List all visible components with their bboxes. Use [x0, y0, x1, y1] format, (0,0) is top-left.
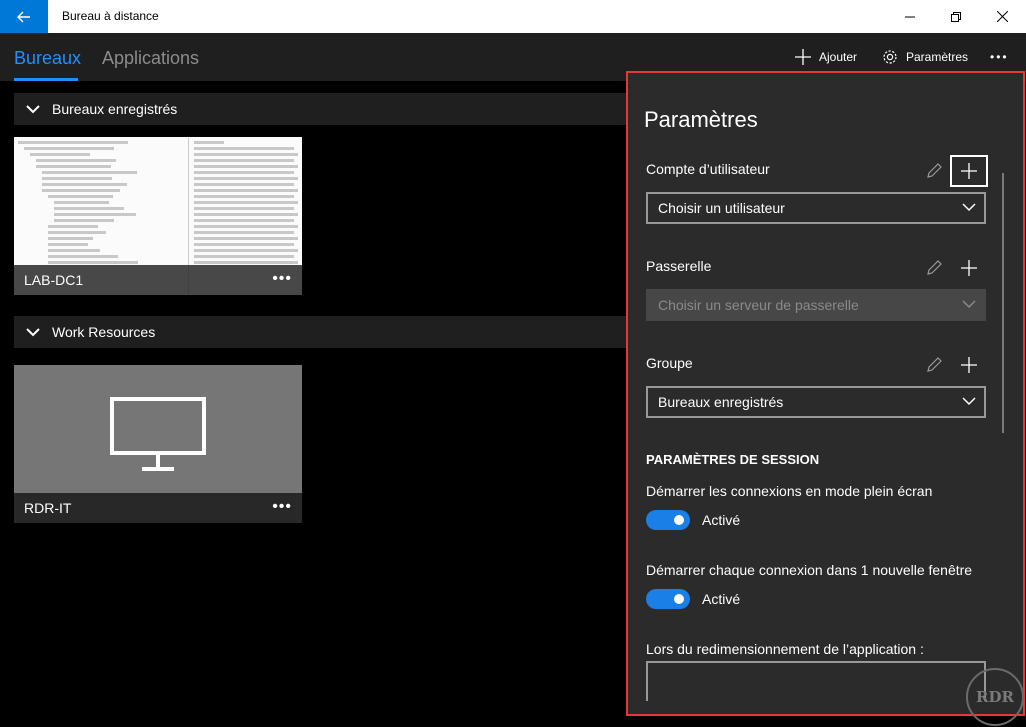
settings-panel: Paramètres Compte d’utilisateur Choisir …	[626, 71, 1025, 716]
close-icon	[996, 11, 1008, 22]
active-tab-indicator	[14, 78, 78, 81]
chevron-down-icon	[26, 328, 40, 337]
chevron-down-icon	[26, 105, 40, 114]
group-label: Groupe	[646, 355, 693, 371]
new-window-label: Démarrer chaque connexion dans 1 nouvell…	[646, 562, 973, 578]
fullscreen-toggle[interactable]	[646, 510, 690, 530]
close-button[interactable]	[979, 0, 1025, 33]
gateway-label: Passerelle	[646, 258, 712, 274]
new-window-state: Activé	[702, 591, 741, 607]
resize-select[interactable]	[646, 661, 986, 701]
tile-footer: RDR-IT •••	[14, 493, 302, 523]
settings-button[interactable]: Paramètres	[882, 43, 968, 71]
gear-icon	[883, 50, 897, 64]
minimize-icon	[905, 16, 915, 17]
more-button[interactable]: •••	[990, 43, 1009, 71]
desktop-tile-lab-dc1[interactable]: LAB-DC1 •••	[14, 137, 302, 295]
plus-icon	[795, 49, 811, 65]
chevron-down-icon	[962, 397, 976, 406]
back-arrow-icon	[17, 11, 30, 22]
title-bar: Bureau à distance	[0, 0, 1026, 33]
chevron-down-icon	[962, 203, 976, 212]
plus-icon	[961, 357, 977, 373]
session-settings-heading: PARAMÈTRES DE SESSION	[646, 452, 820, 467]
add-user-button[interactable]	[950, 155, 988, 187]
restore-button[interactable]	[933, 0, 979, 33]
tile-footer: LAB-DC1 •••	[14, 265, 302, 295]
tile-label: RDR-IT	[24, 500, 72, 516]
settings-label: Paramètres	[906, 50, 969, 64]
rdr-watermark-logo: RDR	[966, 668, 1024, 726]
resize-label: Lors du redimensionnement de l’applicati…	[646, 641, 924, 657]
panel-title: Paramètres	[644, 107, 758, 132]
gateway-placeholder: Choisir un serveur de passerelle	[658, 297, 859, 313]
plus-icon	[961, 260, 977, 276]
user-account-select[interactable]: Choisir un utilisateur	[646, 192, 986, 224]
gateway-select[interactable]: Choisir un serveur de passerelle	[646, 289, 986, 321]
minimize-button[interactable]	[887, 0, 933, 33]
add-button[interactable]: Ajouter	[795, 43, 857, 71]
pencil-icon[interactable]	[925, 259, 943, 277]
fullscreen-label: Démarrer les connexions en mode plein éc…	[646, 483, 933, 499]
add-group-button[interactable]	[950, 349, 988, 381]
user-account-label: Compte d’utilisateur	[646, 161, 770, 177]
group-label: Bureaux enregistrés	[52, 101, 178, 117]
add-label: Ajouter	[819, 50, 858, 64]
panel-scrollbar[interactable]	[1002, 173, 1004, 433]
tab-bureaux[interactable]: Bureaux	[14, 48, 81, 69]
chevron-down-icon	[962, 300, 976, 309]
tab-applications[interactable]: Applications	[102, 48, 199, 69]
pencil-icon[interactable]	[925, 162, 943, 180]
fullscreen-state: Activé	[702, 512, 741, 528]
toggle-knob	[674, 594, 684, 604]
group-header-bureaux[interactable]: Bureaux enregistrés	[14, 93, 626, 125]
plus-icon	[961, 163, 977, 179]
restore-icon	[951, 11, 961, 22]
tile-more-button[interactable]: •••	[272, 498, 292, 516]
tile-more-button[interactable]: •••	[272, 270, 292, 288]
window-title: Bureau à distance	[62, 9, 159, 23]
group-select[interactable]: Bureaux enregistrés	[646, 386, 986, 418]
monitor-icon	[110, 397, 206, 471]
add-gateway-button[interactable]	[950, 252, 988, 284]
tile-label: LAB-DC1	[24, 272, 84, 288]
group-value: Bureaux enregistrés	[658, 394, 784, 410]
desktop-tile-rdr-it[interactable]: RDR-IT •••	[14, 365, 302, 523]
toggle-knob	[674, 515, 684, 525]
back-button[interactable]	[0, 0, 48, 33]
pencil-icon[interactable]	[925, 356, 943, 374]
group-label: Work Resources	[52, 324, 156, 340]
new-window-toggle[interactable]	[646, 589, 690, 609]
group-header-work-resources[interactable]: Work Resources	[14, 316, 626, 348]
user-account-value: Choisir un utilisateur	[658, 200, 785, 216]
